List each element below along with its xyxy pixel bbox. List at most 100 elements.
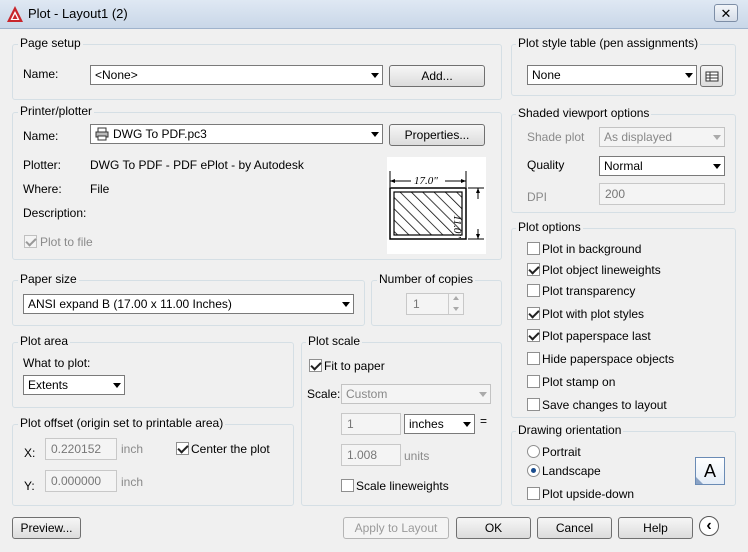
plot-option-label: Plot paperspace last — [542, 329, 651, 343]
fit-to-paper-label: Fit to paper — [324, 359, 385, 373]
paper-preview — [387, 157, 486, 254]
center-plot-label: Center the plot — [191, 442, 270, 456]
copies-spin-down[interactable] — [448, 304, 464, 314]
shade-plot-label: Shade plot — [527, 130, 585, 144]
upside-down-checkbox[interactable] — [527, 487, 540, 500]
equals-label: = — [480, 414, 488, 428]
portrait-radio[interactable] — [527, 445, 540, 458]
edit-style-table-button[interactable] — [700, 65, 723, 87]
plot-option-label: Plot object lineweights — [542, 263, 661, 277]
orientation-letter: A — [704, 461, 717, 481]
paper-height-label: 11.0" — [451, 215, 463, 239]
offset-y-unit: inch — [121, 475, 144, 489]
printer-value: DWG To PDF.pc3 — [113, 127, 207, 141]
plot-option-label: Hide paperspace objects — [542, 352, 675, 366]
edit-table-icon — [705, 71, 718, 82]
quality-label: Quality — [527, 158, 565, 172]
collapse-button[interactable]: ‹ — [699, 516, 719, 536]
dpi-input[interactable]: 200 — [599, 183, 725, 205]
page-setup-value: <None> — [95, 68, 138, 82]
page-setup-dropdown[interactable]: <None> — [90, 65, 383, 85]
plot-option-checkbox[interactable] — [527, 307, 540, 320]
ok-button[interactable]: OK — [456, 517, 531, 539]
properties-button[interactable]: Properties... — [389, 124, 485, 146]
page-setup-label: Page setup — [18, 36, 83, 50]
what-to-plot-dropdown[interactable]: Extents — [23, 375, 125, 395]
quality-dropdown[interactable]: Normal — [599, 156, 725, 176]
copies-label: Number of copies — [377, 272, 476, 286]
scale-label: Scale: — [307, 387, 341, 401]
where-value: File — [90, 182, 110, 196]
shade-plot-dropdown[interactable]: As displayed — [599, 127, 725, 147]
landscape-orientation-icon: A — [695, 457, 725, 485]
close-button[interactable]: ✕ — [714, 4, 738, 22]
dpi-label: DPI — [527, 190, 548, 204]
shaded-label: Shaded viewport options — [516, 106, 652, 120]
scale-units-value: inches — [409, 417, 444, 431]
upside-down-label: Plot upside-down — [542, 487, 635, 501]
scale-dropdown[interactable]: Custom — [341, 384, 491, 404]
chevron-down-icon — [685, 73, 693, 78]
landscape-label: Landscape — [542, 464, 601, 478]
scale-lineweights-checkbox[interactable] — [341, 479, 354, 492]
what-to-plot-label: What to plot: — [23, 356, 91, 370]
plot-option-checkbox[interactable] — [527, 375, 540, 388]
plot-area-label: Plot area — [18, 334, 71, 348]
offset-x-unit: inch — [121, 442, 144, 456]
chevron-down-icon — [463, 422, 471, 427]
window-title: Plot - Layout1 (2) — [28, 6, 128, 21]
shade-plot-value: As displayed — [604, 130, 673, 144]
plot-option-checkbox[interactable] — [527, 352, 540, 365]
add-page-setup-button[interactable]: Add... — [389, 65, 485, 87]
plot-option-checkbox[interactable] — [527, 398, 540, 411]
plot-offset-label: Plot offset (origin set to printable are… — [18, 416, 226, 430]
plot-options-label: Plot options — [516, 220, 583, 234]
chevron-down-icon — [713, 135, 721, 140]
orientation-label: Drawing orientation — [516, 423, 624, 437]
plot-options-group — [511, 228, 736, 418]
plot-option-label: Plot transparency — [542, 284, 636, 298]
portrait-label: Portrait — [542, 445, 581, 459]
chevron-down-icon — [113, 383, 121, 388]
fit-to-paper-checkbox[interactable] — [309, 359, 322, 372]
plot-option-label: Save changes to layout — [542, 398, 667, 412]
printer-dropdown[interactable]: DWG To PDF.pc3 — [90, 124, 383, 144]
help-button[interactable]: Help — [618, 517, 693, 539]
apply-to-layout-button[interactable]: Apply to Layout — [343, 517, 449, 539]
chevron-left-icon: ‹ — [706, 517, 712, 534]
printer-icon — [95, 127, 109, 141]
where-label: Where: — [23, 182, 62, 196]
preview-button[interactable]: Preview... — [12, 517, 81, 539]
page-setup-name-label: Name: — [23, 67, 59, 81]
style-table-dropdown[interactable]: None — [527, 65, 697, 85]
paper-size-dropdown[interactable]: ANSI expand B (17.00 x 11.00 Inches) — [23, 294, 354, 314]
plot-option-checkbox[interactable] — [527, 242, 540, 255]
offset-y-input[interactable]: 0.000000 — [45, 470, 117, 492]
center-plot-checkbox[interactable] — [176, 442, 189, 455]
scale-units-dropdown[interactable]: inches — [404, 414, 475, 434]
chevron-up-icon — [453, 296, 459, 300]
plot-option-label: Plot in background — [542, 242, 642, 256]
copies-spin-up[interactable] — [448, 294, 464, 304]
page-corner-icon — [696, 477, 703, 484]
scale-units-input[interactable]: 1.008 — [341, 444, 401, 466]
paper-size-value: ANSI expand B (17.00 x 11.00 Inches) — [28, 297, 232, 311]
chevron-down-icon — [342, 302, 350, 307]
plot-option-checkbox[interactable] — [527, 263, 540, 276]
style-table-value: None — [532, 68, 561, 82]
quality-value: Normal — [604, 159, 643, 173]
cancel-button[interactable]: Cancel — [537, 517, 612, 539]
paper-size-label: Paper size — [18, 272, 79, 286]
plot-option-checkbox[interactable] — [527, 329, 540, 342]
plot-option-checkbox[interactable] — [527, 284, 540, 297]
landscape-radio[interactable] — [527, 464, 540, 477]
printer-name-label: Name: — [23, 129, 59, 143]
scale-lineweights-label: Scale lineweights — [356, 479, 449, 493]
scale-inches-input[interactable]: 1 — [341, 413, 401, 435]
chevron-down-icon — [479, 392, 487, 397]
plot-offset-group — [12, 424, 294, 506]
chevron-down-icon — [371, 73, 379, 78]
plot-to-file-checkbox[interactable] — [24, 235, 37, 248]
title-bar: Plot - Layout1 (2) ✕ — [0, 0, 748, 29]
offset-x-input[interactable]: 0.220152 — [45, 438, 117, 460]
